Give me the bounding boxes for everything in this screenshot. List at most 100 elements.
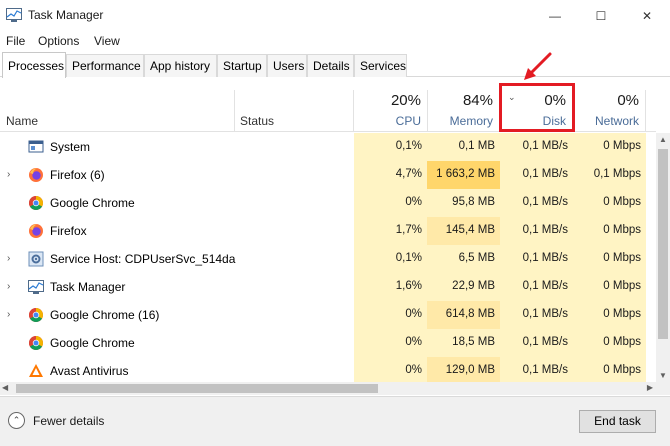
- column-divider[interactable]: [645, 90, 646, 132]
- tab-users[interactable]: Users: [267, 54, 307, 77]
- process-row[interactable]: Google Chrome 0% 18,5 MB 0,1 MB/s 0 Mbps: [0, 329, 656, 357]
- disk-value: 0,1 MB/s: [522, 308, 568, 320]
- menu-file[interactable]: File: [6, 34, 25, 48]
- process-row[interactable]: › Service Host: CDPUserSvc_514da 0,1% 6,5 M…: [0, 245, 656, 273]
- disk-value: 0,1 MB/s: [522, 364, 568, 376]
- close-icon: ✕: [641, 8, 653, 23]
- horizontal-scrollbar[interactable]: ◀ ▶: [0, 382, 656, 395]
- network-value: 0,1 Mbps: [593, 168, 641, 180]
- process-name: Firefox: [50, 224, 87, 238]
- tab-services[interactable]: Services: [354, 54, 407, 77]
- memory-value: 1 663,2 MB: [436, 168, 495, 180]
- memory-value: 614,8 MB: [445, 308, 495, 320]
- process-name: Google Chrome (16): [50, 308, 160, 322]
- chevron-up-icon[interactable]: ⌃: [8, 412, 25, 429]
- column-header-memory[interactable]: Memory: [421, 114, 493, 128]
- disk-value: 0,1 MB/s: [522, 168, 568, 180]
- tab-details[interactable]: Details: [307, 54, 354, 77]
- cpu-value: 0%: [405, 196, 422, 208]
- task-manager-icon: [28, 279, 44, 295]
- expand-chevron-icon[interactable]: ›: [7, 281, 10, 292]
- process-row[interactable]: › Google Chrome (16) 0% 614,8 MB 0,1 MB/s 0 M…: [0, 301, 656, 329]
- cpu-value: 0%: [405, 364, 422, 376]
- tab-startup[interactable]: Startup: [217, 54, 267, 77]
- process-name: Service Host: CDPUserSvc_514da: [50, 252, 236, 266]
- cpu-value: 0%: [405, 336, 422, 348]
- tab-processes[interactable]: Processes: [2, 52, 66, 78]
- scroll-down-icon[interactable]: ▼: [659, 371, 667, 380]
- firefox-icon: [28, 223, 44, 239]
- scroll-up-icon[interactable]: ▲: [659, 135, 667, 144]
- column-divider[interactable]: [234, 90, 235, 132]
- network-value: 0 Mbps: [603, 252, 641, 264]
- tab-app-history[interactable]: App history: [144, 54, 217, 77]
- disk-value: 0,1 MB/s: [522, 196, 568, 208]
- memory-value: 129,0 MB: [445, 364, 495, 376]
- menu-view[interactable]: View: [94, 34, 120, 48]
- process-row[interactable]: System 0,1% 0,1 MB 0,1 MB/s 0 Mbps: [0, 133, 656, 161]
- column-header-name[interactable]: Name: [6, 114, 38, 128]
- chrome-icon: [28, 195, 44, 211]
- disk-value: 0,1 MB/s: [522, 224, 568, 236]
- scroll-left-icon[interactable]: ◀: [2, 383, 8, 392]
- cpu-total-percent: 20%: [390, 92, 421, 109]
- scroll-right-icon[interactable]: ▶: [647, 383, 653, 392]
- cpu-value: 1,6%: [395, 280, 422, 292]
- annotation-arrow-icon: [524, 52, 552, 80]
- scrollbar-corner: [656, 382, 670, 395]
- footer-bar: ⌃ Fewer details End task: [0, 396, 670, 446]
- memory-value: 0,1 MB: [458, 140, 495, 152]
- cpu-value: 0%: [405, 308, 422, 320]
- vertical-scrollbar[interactable]: ▲ ▼: [656, 133, 670, 382]
- tab-bar: Processes Performance App history Startu…: [0, 52, 670, 78]
- maximize-button[interactable]: ☐: [578, 0, 624, 31]
- process-row[interactable]: › Firefox (6) 4,7% 1 663,2 MB 0,1 MB/s 0,1 Mb…: [0, 161, 656, 189]
- chrome-icon: [28, 307, 44, 323]
- network-value: 0 Mbps: [603, 308, 641, 320]
- cpu-value: 4,7%: [395, 168, 422, 180]
- network-value: 0 Mbps: [603, 224, 641, 236]
- minimize-button[interactable]: —: [532, 0, 578, 31]
- expand-chevron-icon[interactable]: ›: [7, 253, 10, 264]
- menu-bar: File Options View: [0, 31, 670, 51]
- menu-options[interactable]: Options: [38, 34, 79, 48]
- annotation-highlight-box: [499, 83, 575, 132]
- vertical-scroll-thumb[interactable]: [658, 149, 668, 339]
- service-host-icon: [28, 251, 44, 267]
- column-header-status[interactable]: Status: [240, 114, 274, 128]
- maximize-icon: ☐: [595, 8, 607, 23]
- cpu-value: 1,7%: [395, 224, 422, 236]
- memory-value: 95,8 MB: [452, 196, 495, 208]
- network-value: 0 Mbps: [603, 196, 641, 208]
- system-icon: [28, 139, 44, 155]
- column-header-network[interactable]: Network: [567, 114, 639, 128]
- disk-value: 0,1 MB/s: [522, 140, 568, 152]
- network-total-percent: 0%: [617, 92, 639, 109]
- process-row[interactable]: Google Chrome 0% 95,8 MB 0,1 MB/s 0 Mbps: [0, 189, 656, 217]
- disk-value: 0,1 MB/s: [522, 280, 568, 292]
- end-task-button[interactable]: End task: [579, 410, 656, 433]
- fewer-details-link[interactable]: Fewer details: [33, 414, 104, 428]
- title-bar[interactable]: Task Manager — ☐ ✕: [0, 0, 670, 31]
- process-row[interactable]: Avast Antivirus 0% 129,0 MB 0,1 MB/s 0 Mbps: [0, 357, 656, 382]
- disk-value: 0,1 MB/s: [522, 336, 568, 348]
- expand-chevron-icon[interactable]: ›: [7, 309, 10, 320]
- process-name: Avast Antivirus: [50, 364, 129, 378]
- memory-value: 6,5 MB: [458, 252, 495, 264]
- window-title: Task Manager: [28, 8, 104, 22]
- horizontal-scroll-thumb[interactable]: [16, 384, 378, 393]
- process-row[interactable]: Firefox 1,7% 145,4 MB 0,1 MB/s 0 Mbps: [0, 217, 656, 245]
- expand-chevron-icon[interactable]: ›: [7, 169, 10, 180]
- task-manager-app-icon: [6, 8, 22, 22]
- network-value: 0 Mbps: [603, 336, 641, 348]
- cpu-value: 0,1%: [395, 252, 422, 264]
- chrome-icon: [28, 335, 44, 351]
- tab-performance[interactable]: Performance: [66, 54, 144, 77]
- close-button[interactable]: ✕: [624, 0, 670, 31]
- memory-value: 22,9 MB: [452, 280, 495, 292]
- firefox-icon: [28, 167, 44, 183]
- disk-value: 0,1 MB/s: [522, 252, 568, 264]
- memory-total-percent: 84%: [462, 92, 493, 109]
- process-row[interactable]: › Task Manager 1,6% 22,9 MB 0,1 MB/s 0 Mbps: [0, 273, 656, 301]
- column-header-cpu[interactable]: CPU: [349, 114, 421, 128]
